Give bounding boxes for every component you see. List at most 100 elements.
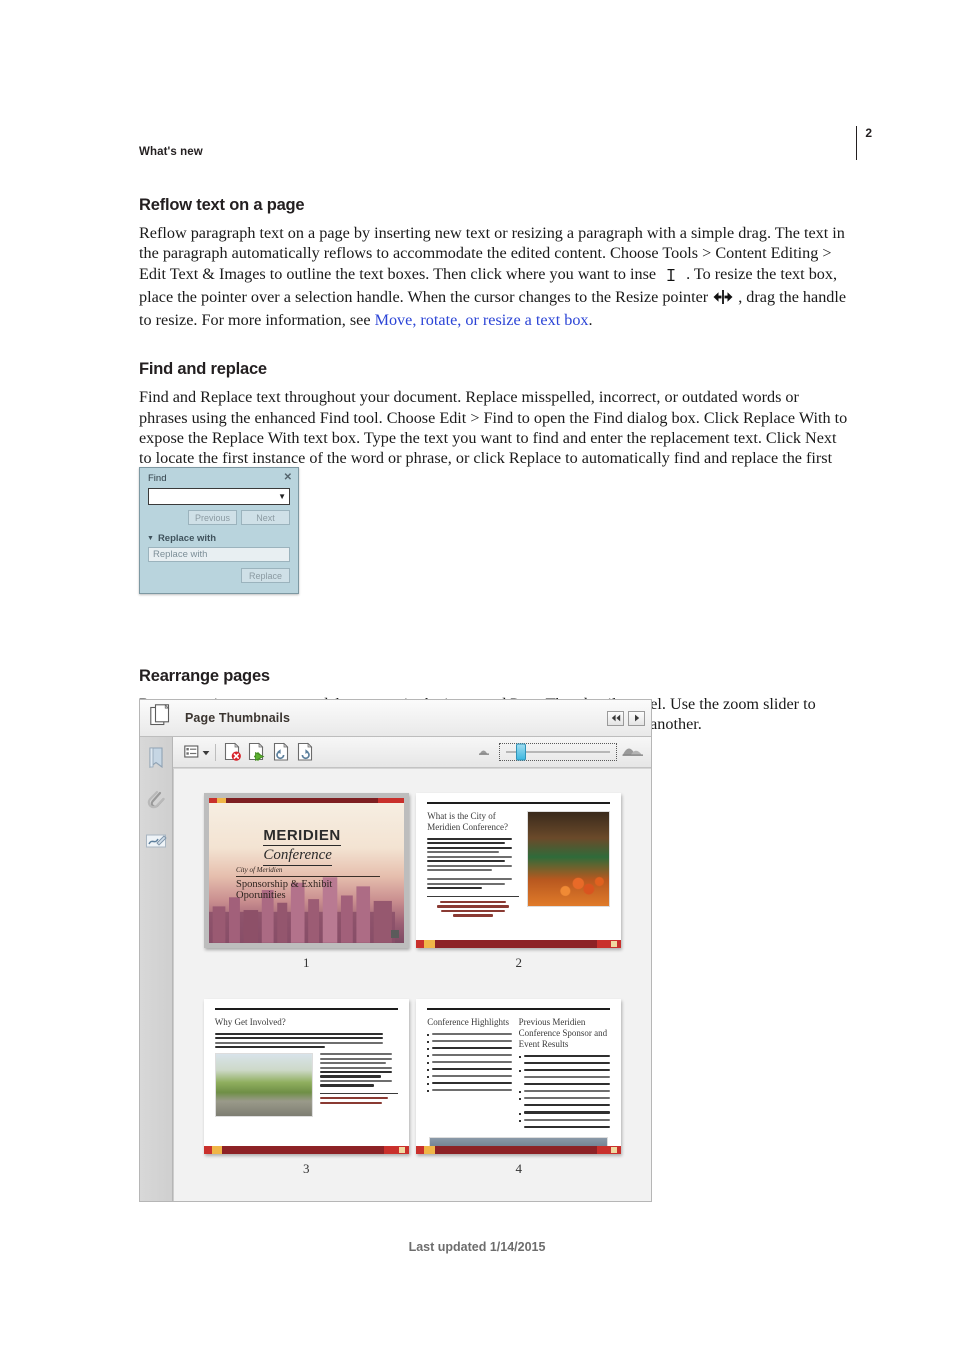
section-reflow-text: Reflow text on a page Reflow paragraph t… <box>139 196 851 330</box>
thumbnail-page-3[interactable]: Why Get Involved? <box>203 999 409 1154</box>
panel-title: Page Thumbnails <box>185 711 290 725</box>
next-button[interactable]: Next <box>241 510 290 525</box>
replace-button[interactable]: Replace <box>241 568 290 583</box>
thumbnail-item[interactable]: MERIDIEN Conference City of Meridien Spo… <box>200 793 413 971</box>
heading-rearrange-pages: Rearrange pages <box>139 666 270 685</box>
find-dialog-title: Find <box>148 472 167 484</box>
panel-header: Page Thumbnails <box>140 700 651 737</box>
logo-line-2: Conference <box>263 847 332 866</box>
thumbnail-page-4[interactable]: Conference Highlights Previous Meridien … <box>416 999 622 1154</box>
page-thumbnails-icon <box>150 703 172 733</box>
find-search-combobox[interactable]: ▼ <box>148 488 290 505</box>
zoom-slider-thumb[interactable] <box>516 743 526 761</box>
paragraph-reflow-end: . <box>588 311 593 330</box>
logo-line-1: MERIDIEN <box>263 827 341 846</box>
replace-with-label: Replace with <box>157 533 217 544</box>
slide-subtitle-block: City of Meridien Sponsorship & Exhibit O… <box>236 866 381 902</box>
previous-button[interactable]: Previous <box>188 510 237 525</box>
chevron-down-icon[interactable]: ▼ <box>278 492 286 501</box>
page-thumbnails-panel-figure: Page Thumbnails MERIDIEN Conference City… <box>139 699 652 1202</box>
slide-top-rule <box>214 1008 398 1010</box>
delete-pages-icon[interactable] <box>221 741 245 763</box>
thumbnail-item[interactable]: Conference Highlights Previous Meridien … <box>413 999 626 1177</box>
find-dialog-figure: Find ✕ ▼ Previous Next ▼ Replace with Re… <box>139 467 299 594</box>
slide-body-lines <box>427 837 520 917</box>
panel-body: MERIDIEN Conference City of Meridien Spo… <box>140 737 651 1201</box>
slide-text-photo: What is the City of Meridien Conference? <box>416 793 622 948</box>
replace-button-row: Replace <box>148 568 290 583</box>
slide-title: What is the City of Meridien Conference? <box>427 810 508 832</box>
replace-with-input[interactable]: Replace with <box>148 547 290 562</box>
slide-top-rule <box>427 1008 611 1010</box>
thumbnail-page-2[interactable]: What is the City of Meridien Conference? <box>416 793 622 948</box>
slide-logo: MERIDIEN Conference <box>263 827 403 866</box>
find-dialog-titlebar: Find ✕ <box>140 468 298 486</box>
side-rail <box>140 737 173 1201</box>
slide-title-left: Conference Highlights <box>427 1016 509 1027</box>
thumbnails-grid: MERIDIEN Conference City of Meridien Spo… <box>174 783 651 1177</box>
horizontal-resize-pointer-icon <box>708 289 738 310</box>
page-number-block: 2 <box>855 126 872 160</box>
slide-bottom-bar <box>203 1146 409 1154</box>
double-left-arrow-icon <box>611 714 620 722</box>
replace-with-section-header[interactable]: ▼ Replace with <box>147 533 298 544</box>
heading-reflow-text: Reflow text on a page <box>139 196 305 214</box>
options-dropdown-chevron-icon[interactable] <box>202 743 210 761</box>
nav-next-button[interactable] <box>628 710 645 726</box>
thumbnail-page-number: 4 <box>515 1161 523 1176</box>
triangle-down-icon: ▼ <box>147 535 154 542</box>
zoom-slider[interactable] <box>499 743 617 761</box>
document-content: Reflow text on a page Reflow paragraph t… <box>139 196 851 735</box>
slide-bullets-right <box>518 1054 611 1131</box>
thumbnails-toolbar <box>173 737 651 768</box>
panel-main: MERIDIEN Conference City of Meridien Spo… <box>173 737 651 1201</box>
rotate-clockwise-icon[interactable] <box>293 741 317 763</box>
slide-bottom-bar <box>416 940 622 948</box>
thumbnail-item[interactable]: What is the City of Meridien Conference? <box>413 793 626 971</box>
slide-bottom-bar <box>416 1146 622 1154</box>
insert-pages-icon[interactable] <box>245 741 269 763</box>
find-nav-buttons: Previous Next <box>148 510 290 525</box>
slide-title-right: Previous Meridien Conference Sponsor and… <box>518 1016 608 1049</box>
slide-corner-chip <box>398 1147 405 1153</box>
link-move-rotate-resize-text-box[interactable]: Move, rotate, or resize a text box <box>375 311 589 329</box>
thumbnails-scroll-area[interactable]: MERIDIEN Conference City of Meridien Spo… <box>173 768 651 1201</box>
park-promenade-photo <box>214 1053 313 1118</box>
slide-subtitle-rule <box>236 876 381 878</box>
attachments-paperclip-icon[interactable] <box>144 788 168 812</box>
page-footer: Last updated 1/14/2015 <box>408 1240 546 1254</box>
page-number-rule <box>855 126 858 160</box>
thumbnail-page-number: 1 <box>303 955 310 970</box>
close-icon[interactable]: ✕ <box>284 473 292 483</box>
signatures-icon[interactable] <box>144 830 168 854</box>
page-number: 2 <box>865 126 872 140</box>
text-insert-cursor-icon <box>656 267 686 287</box>
nav-previous-button[interactable] <box>607 710 624 726</box>
slide-corner-chip <box>611 941 618 947</box>
slide-title: Why Get Involved? <box>214 1016 286 1027</box>
slide-intro-lines <box>214 1032 398 1049</box>
slide-top-rule <box>427 802 611 804</box>
slide-text-photo: Why Get Involved? <box>203 999 409 1154</box>
running-head: What's new <box>139 146 203 158</box>
thumbnail-item[interactable]: Why Get Involved? 3 <box>200 999 413 1177</box>
heading-find-and-replace: Find and replace <box>139 360 267 379</box>
right-arrow-icon <box>634 714 639 722</box>
slide-quote <box>427 901 519 917</box>
slide-subtitle-small: City of Meridien <box>236 866 283 875</box>
rotate-counterclockwise-icon[interactable] <box>269 741 293 763</box>
thumbnail-page-1[interactable]: MERIDIEN Conference City of Meridien Spo… <box>203 793 409 948</box>
paragraph-reflow-text: Reflow paragraph text on a page by inser… <box>139 223 851 330</box>
bookmarks-icon[interactable] <box>144 746 168 770</box>
thumbnail-page-number: 3 <box>303 1161 310 1176</box>
thumbnail-page-number: 2 <box>515 955 523 970</box>
slide-corner-chip <box>611 1147 618 1153</box>
slide-subtitle-big: Sponsorship & Exhibit Oporunities <box>236 879 333 902</box>
small-thumbnails-icon[interactable] <box>478 743 494 761</box>
toolbar-separator <box>215 743 216 761</box>
slide-corner-chip <box>390 930 399 938</box>
market-photo <box>527 810 611 907</box>
slide-cover: MERIDIEN Conference City of Meridien Spo… <box>208 798 404 943</box>
slide-bullets-left <box>427 1032 512 1094</box>
large-thumbnails-icon[interactable] <box>622 743 644 762</box>
